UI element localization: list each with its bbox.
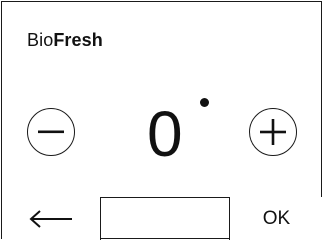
ok-button-label: OK (262, 207, 291, 229)
title-light-part: Bio (27, 30, 54, 50)
temperature-value: 0 (147, 98, 183, 170)
title-bold-part: Fresh (53, 30, 103, 50)
page-title: BioFresh (27, 30, 103, 51)
plus-icon (260, 119, 286, 145)
ok-button[interactable]: OK (229, 197, 323, 240)
increase-button[interactable] (249, 108, 297, 156)
biofresh-panel: BioFresh 0 OK (1, 1, 323, 240)
minus-icon (38, 130, 64, 134)
back-button[interactable] (2, 197, 101, 240)
degree-icon (200, 98, 209, 107)
arrow-left-icon (29, 209, 72, 228)
decrease-button[interactable] (27, 108, 75, 156)
